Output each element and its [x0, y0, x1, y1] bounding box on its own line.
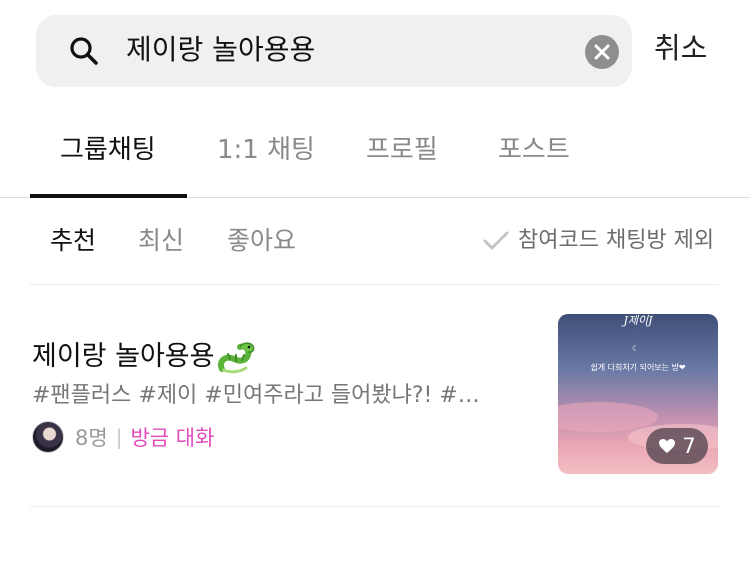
divider [30, 506, 719, 507]
chat-room-title-text: 제이랑 놀아용용 [32, 341, 215, 372]
search-bar[interactable]: 제이랑 놀아용용 [36, 15, 632, 87]
tab-post[interactable]: 포스트 [498, 132, 570, 168]
chat-room-tags: #팬플러스 #제이 #민여주라고 들어봤냐?! #… [32, 383, 480, 408]
cancel-button[interactable]: 취소 [654, 28, 707, 68]
tab-group-chat[interactable]: 그룹채팅 [60, 132, 156, 168]
like-count: 7 [682, 434, 696, 458]
last-activity: 방금 대화 [130, 426, 215, 450]
chat-room-meta: 8명 | 방금 대화 [32, 421, 214, 453]
dragon-emoji-icon [218, 342, 255, 374]
heart-icon [659, 439, 676, 453]
exclude-code-rooms-toggle[interactable]: 참여코드 채팅방 제외 [482, 224, 714, 258]
search-input[interactable]: 제이랑 놀아용용 [126, 30, 315, 70]
search-icon [69, 36, 99, 66]
clear-search-button[interactable] [585, 35, 619, 69]
close-icon [594, 44, 610, 60]
sort-likes[interactable]: 좋아요 [227, 224, 296, 258]
result-tabs: 그룹채팅 1:1 채팅 프로필 포스트 [0, 120, 750, 198]
thumbnail-caption: 쉽게 다희처기 되어보는 방❤ [590, 363, 686, 372]
tab-profile[interactable]: 프로필 [366, 132, 438, 168]
exclude-code-rooms-label: 참여코드 채팅방 제외 [518, 228, 715, 253]
chat-room-title: 제이랑 놀아용용 [32, 338, 256, 376]
member-count: 8명 [75, 426, 108, 450]
active-tab-indicator [30, 194, 187, 198]
host-avatar [32, 421, 64, 453]
check-icon [483, 231, 509, 250]
divider [30, 284, 719, 285]
tab-one-to-one-chat[interactable]: 1:1 채팅 [217, 132, 315, 168]
moon-icon: ☾ [632, 344, 640, 353]
chat-room-thumbnail[interactable]: J제이J ☾ 쉽게 다희처기 되어보는 방❤ 7 [558, 314, 718, 474]
thumbnail-title: J제이J [623, 314, 653, 327]
like-badge: 7 [646, 428, 708, 464]
sort-latest[interactable]: 최신 [138, 224, 184, 258]
sort-recommended[interactable]: 추천 [50, 224, 96, 258]
meta-separator: | [115, 425, 123, 449]
